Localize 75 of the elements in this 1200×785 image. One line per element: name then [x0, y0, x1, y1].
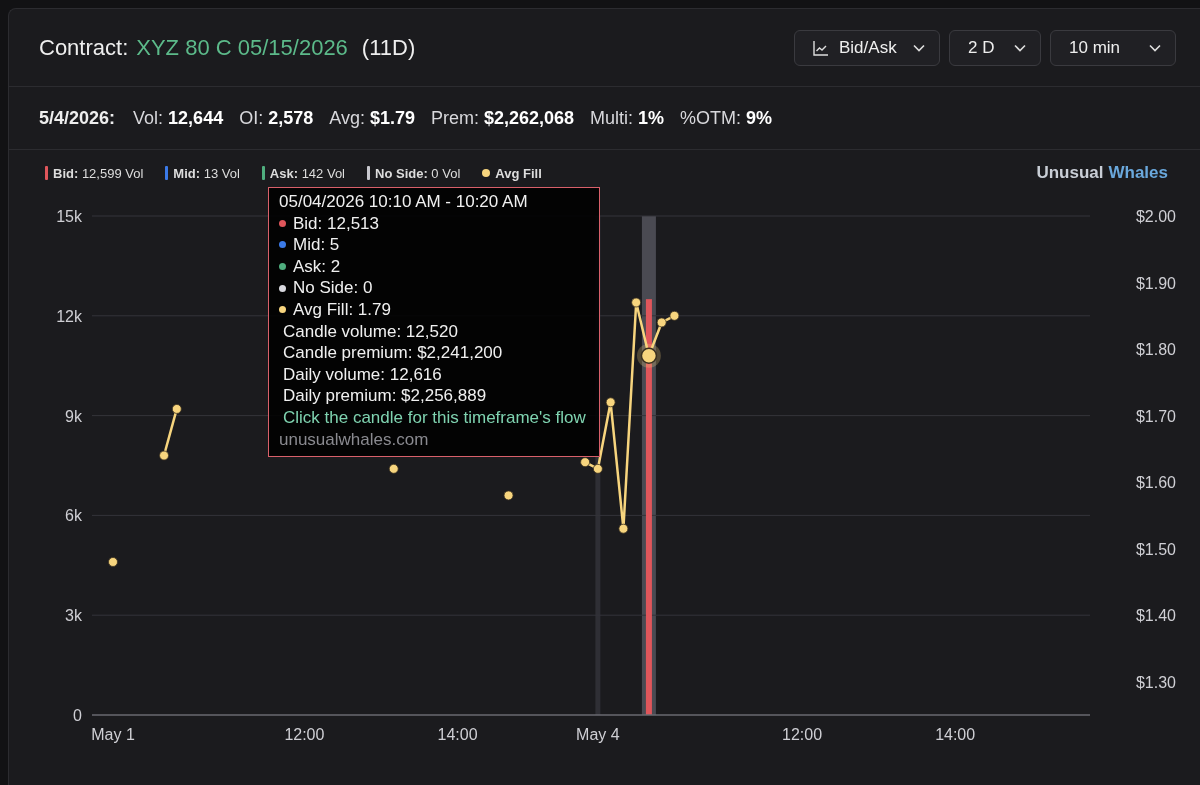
- y-axis-label: 9k: [65, 407, 82, 425]
- stat-label: Vol:: [133, 107, 164, 129]
- tooltip-line: Candle volume: 12,520: [282, 320, 459, 343]
- x-axis-label: 12:00: [782, 726, 823, 743]
- tooltip-line: Daily volume: 12,616: [282, 363, 443, 386]
- x-axis-label: May 1: [91, 726, 135, 743]
- y-axis-label: $1.70: [1135, 407, 1176, 425]
- y-axis-label: 0: [73, 707, 82, 724]
- dropdown-button[interactable]: 2 D: [949, 29, 1041, 66]
- y-axis-label: $1.90: [1135, 274, 1176, 292]
- y-axis-label: $1.80: [1135, 341, 1176, 359]
- dropdown-button[interactable]: 10 min: [1050, 29, 1176, 66]
- avg-fill-point: [618, 523, 629, 534]
- stats-date: 5/4/2026:: [39, 107, 116, 129]
- y-axis-label: $1.40: [1135, 607, 1176, 625]
- avg-fill-point: [171, 404, 182, 414]
- tooltip-value: Ask: 2: [293, 255, 341, 278]
- avg-fill-point: [388, 463, 399, 474]
- avg-fill-point: [503, 490, 514, 501]
- tooltip-value: No Side: 0: [293, 277, 373, 299]
- avg-fill-point: [669, 310, 680, 321]
- tooltip-line: Candle premium: $2,241,200: [282, 342, 504, 364]
- avg-fill-point: [108, 557, 118, 567]
- stat-value: 2,578: [268, 107, 314, 129]
- x-axis-label: 14:00: [437, 726, 478, 743]
- chevron-down-icon: [1149, 43, 1161, 52]
- stat-label: Avg:: [329, 107, 365, 129]
- stat-label: Multi:: [590, 107, 634, 129]
- dropdown-button[interactable]: Bid/Ask: [794, 29, 940, 66]
- legend-label[interactable]: Ask: 142 Vol: [269, 165, 345, 181]
- avg-fill-point: [159, 450, 169, 461]
- stat-value: $2,262,068: [484, 107, 575, 129]
- y-axis-label: 12k: [56, 307, 82, 325]
- tooltip-line: Daily premium: $2,256,889: [282, 385, 488, 407]
- x-axis-label: 14:00: [935, 726, 976, 743]
- tooltip-title: 05/04/2026 10:10 AM - 10:20 AM: [279, 191, 529, 213]
- chevron-down-icon: [1014, 43, 1026, 52]
- x-axis-label: May 4: [576, 726, 620, 743]
- stat-value: 12,644: [168, 107, 224, 129]
- y-axis-label: $1.30: [1135, 673, 1176, 691]
- y-axis-label: 15k: [56, 208, 82, 225]
- stat-value: 9%: [746, 107, 773, 129]
- stat-label: %OTM:: [680, 107, 742, 129]
- avg-fill-point: [593, 463, 603, 474]
- legend-label[interactable]: No Side: 0 Vol: [375, 165, 461, 181]
- y-axis-label: $2.00: [1135, 208, 1176, 225]
- y-axis-label: $1.50: [1135, 540, 1176, 558]
- stat-value: $1.79: [369, 107, 415, 129]
- legend-label[interactable]: Avg Fill: [495, 165, 542, 181]
- legend-label[interactable]: Mid: 13 Vol: [173, 165, 240, 181]
- tooltip-value: Bid: 12,513: [293, 212, 379, 235]
- y-axis-label: $1.60: [1135, 474, 1176, 492]
- brand-word: Whales: [1108, 163, 1168, 183]
- site-url: unusualwhales.com: [279, 428, 430, 451]
- contract-name: XYZ 80 C 05/15/2026: [136, 34, 348, 61]
- stat-label: Prem:: [430, 107, 479, 129]
- brand-word: Unusual: [1036, 163, 1104, 183]
- x-axis-label: 12:00: [284, 726, 325, 743]
- avg-fill-point: [580, 457, 590, 468]
- contract-label: Contract:: [39, 34, 129, 61]
- line-chart-icon: [813, 39, 829, 56]
- stat-label: OI:: [239, 107, 264, 129]
- y-axis-label: 6k: [65, 507, 82, 525]
- chevron-down-icon: [913, 43, 925, 52]
- tooltip-value: Mid: 5: [293, 234, 340, 256]
- tooltip-value: Avg Fill: 1.79: [293, 298, 391, 321]
- y-axis-label: 3k: [65, 607, 82, 625]
- volume-bar[interactable]: [645, 299, 652, 715]
- stat-value: 1%: [638, 107, 665, 129]
- avg-fill-point: [605, 397, 616, 408]
- avg-fill-point: [656, 317, 667, 328]
- avg-fill-point: [631, 297, 642, 308]
- flow-link[interactable]: Click the candle for this timeframe's flow: [283, 407, 586, 427]
- days-to-expiry: (11D): [361, 34, 416, 61]
- legend-label[interactable]: Bid: 12,599 Vol: [53, 165, 144, 181]
